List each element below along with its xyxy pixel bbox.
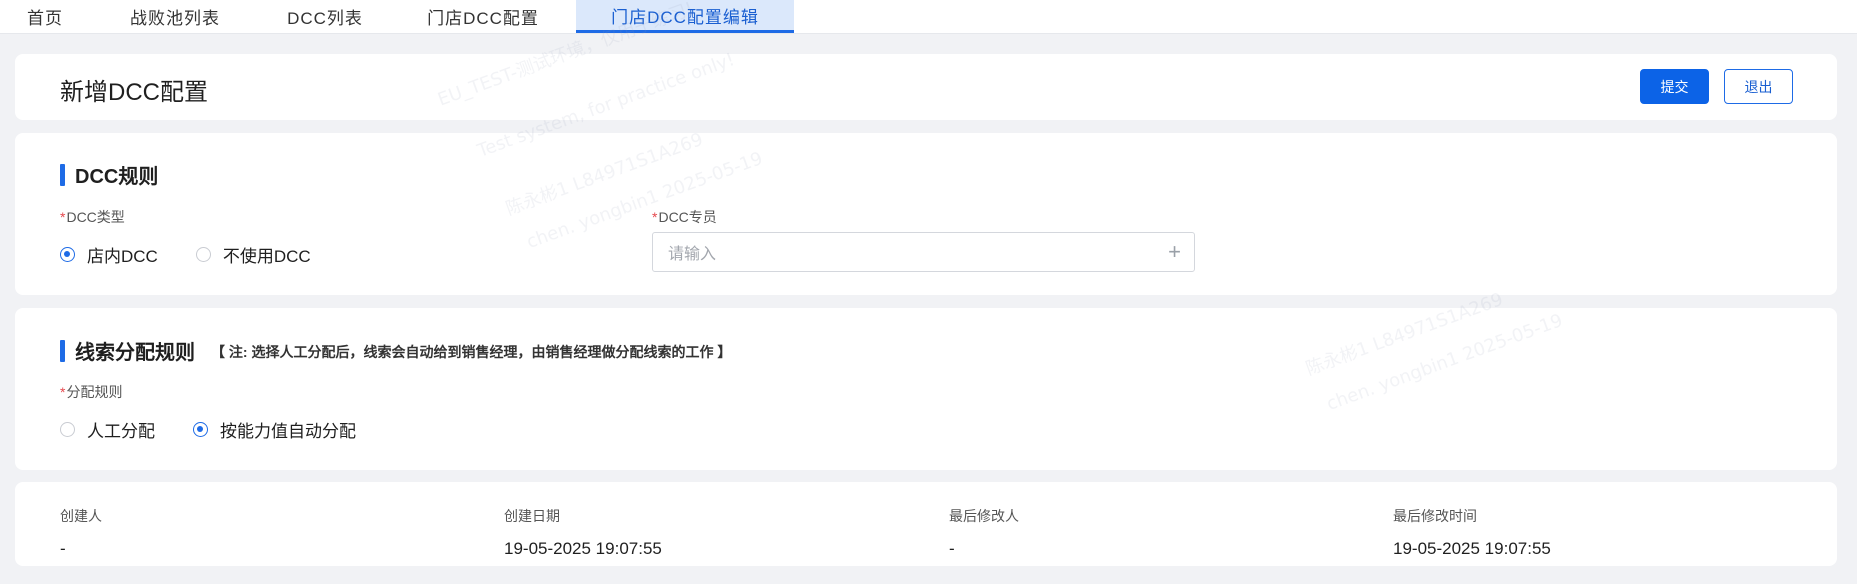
meta-modifier-label: 最后修改人 [949,508,1019,524]
dcc-rules-card: DCC规则 *DCC类型 店内DCC 不使用DCC *DCC专员 请输入 + [15,133,1837,295]
radio-label: 人工分配 [87,422,155,441]
tab-home[interactable]: 首页 [0,0,90,33]
radio-checked-icon[interactable] [193,422,208,437]
meta-modifier-value: - [949,539,955,558]
dcc-rules-heading: DCC规则 [60,160,158,189]
required-asterisk: * [60,209,66,225]
meta-created-date-value: 19-05-2025 19:07:55 [504,539,662,558]
dcc-specialist-placeholder: 请输入 [668,246,717,263]
distribution-radio-group: 人工分配 按能力值自动分配 [60,417,394,442]
submit-button[interactable]: 提交 [1640,69,1709,104]
meta-creator: 创建人 - [60,506,102,559]
radio-manual-distribution[interactable]: 人工分配 [60,417,155,442]
radio-label: 按能力值自动分配 [220,422,356,441]
tab-bar: 首页 战败池列表 DCC列表 门店DCC配置 门店DCC配置编辑 [0,0,1857,34]
dcc-type-radio-group: 店内DCC 不使用DCC [60,242,349,267]
record-meta-card: 创建人 - 创建日期 19-05-2025 19:07:55 最后修改人 - 最… [15,482,1837,566]
tab-defeat-pool-list[interactable]: 战败池列表 [90,0,260,33]
meta-created-date-label: 创建日期 [504,508,560,524]
meta-modified-time-label: 最后修改时间 [1393,508,1477,524]
tab-store-dcc-config[interactable]: 门店DCC配置 [390,0,576,33]
dcc-specialist-label: *DCC专员 [652,207,717,227]
lead-rules-title: 线索分配规则 [75,342,195,364]
distribution-rule-label-text: 分配规则 [66,384,123,400]
page-title: 新增DCC配置 [60,79,208,106]
section-accent-bar [60,339,65,362]
lead-rules-note: 【 注: 选择人工分配后，线索会自动给到销售经理，由销售经理做分配线索的工作 】 [211,343,732,360]
distribution-rule-label: *分配规则 [60,382,122,402]
radio-no-dcc[interactable]: 不使用DCC [195,242,311,267]
radio-unchecked-icon[interactable] [195,247,211,262]
radio-unchecked-icon[interactable] [60,422,75,437]
dcc-type-label: *DCC类型 [60,207,125,227]
radio-in-store-dcc[interactable]: 店内DCC [60,242,158,267]
exit-button[interactable]: 退出 [1724,69,1793,104]
meta-created-date: 创建日期 19-05-2025 19:07:55 [504,506,662,559]
meta-modified-time: 最后修改时间 19-05-2025 19:07:55 [1393,506,1551,559]
meta-creator-label: 创建人 [60,508,102,524]
required-asterisk: * [60,384,66,400]
radio-label: 不使用DCC [222,247,311,266]
page-header-card: 新增DCC配置 提交 退出 [15,54,1837,120]
meta-creator-value: - [60,539,66,558]
lead-rules-heading: 线索分配规则 【 注: 选择人工分配后，线索会自动给到销售经理，由销售经理做分配… [60,336,731,365]
radio-label: 店内DCC [87,247,158,266]
plus-icon[interactable]: + [1168,241,1181,263]
lead-rules-card: 线索分配规则 【 注: 选择人工分配后，线索会自动给到销售经理，由销售经理做分配… [15,308,1837,470]
meta-modified-time-value: 19-05-2025 19:07:55 [1393,539,1551,558]
dcc-type-label-text: DCC类型 [66,209,125,225]
radio-auto-distribution[interactable]: 按能力值自动分配 [193,417,356,442]
required-asterisk: * [652,209,658,225]
section-accent-bar [60,163,65,186]
meta-modifier: 最后修改人 - [949,506,1019,559]
dcc-rules-title: DCC规则 [75,166,159,188]
tab-store-dcc-config-edit[interactable]: 门店DCC配置编辑 [576,0,794,33]
dcc-specialist-label-text: DCC专员 [658,209,717,225]
radio-checked-icon[interactable] [60,247,75,262]
tab-dcc-list[interactable]: DCC列表 [260,0,390,33]
dcc-specialist-input[interactable]: 请输入 + [652,232,1195,272]
